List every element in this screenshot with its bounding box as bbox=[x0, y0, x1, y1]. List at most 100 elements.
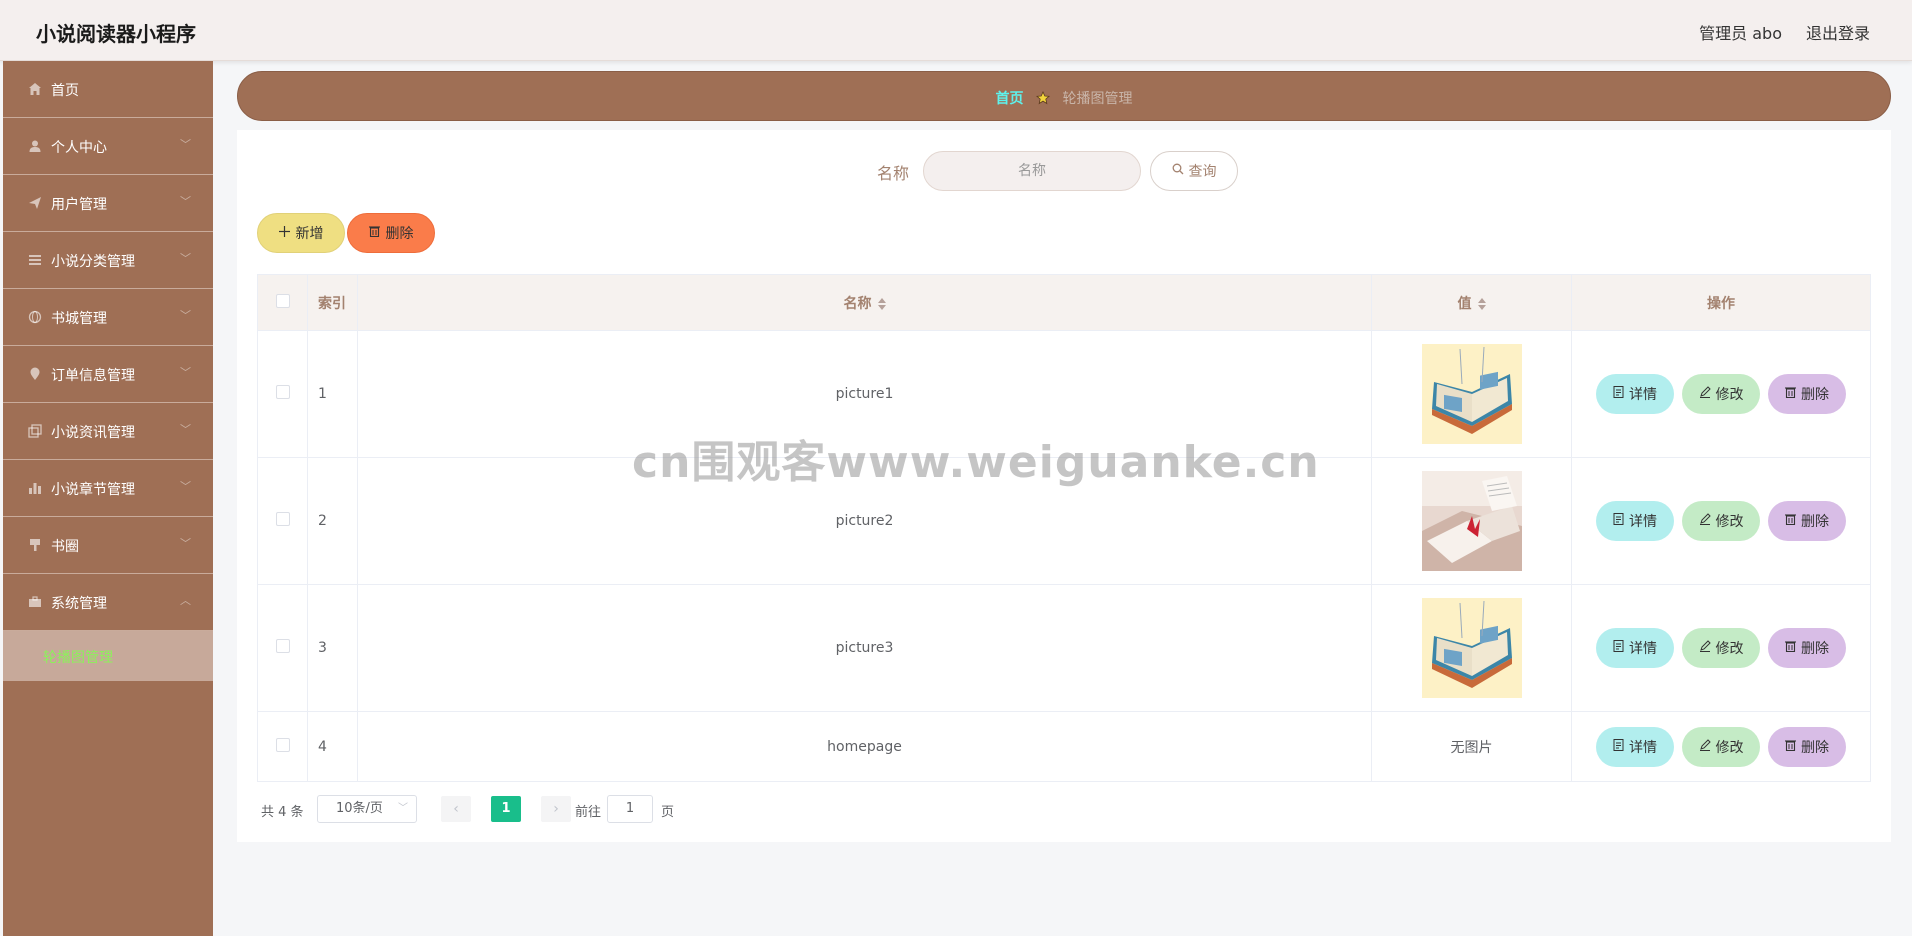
chevron-up-icon: ︿ bbox=[180, 594, 191, 607]
brush-icon bbox=[27, 537, 43, 553]
row-checkbox[interactable] bbox=[275, 737, 290, 752]
detail-label: 详情 bbox=[1629, 641, 1657, 657]
breadcrumb: 首页 轮播图管理 bbox=[237, 71, 1891, 121]
edit-button[interactable]: 修改 bbox=[1682, 374, 1760, 414]
detail-button[interactable]: 详情 bbox=[1596, 374, 1674, 414]
sidebar-item-order-management[interactable]: 订单信息管理 ﹀ bbox=[3, 346, 213, 403]
page-size-select[interactable]: 10条/页 ﹀ bbox=[317, 795, 417, 823]
row-checkbox[interactable] bbox=[275, 639, 290, 653]
row-index: 1 bbox=[307, 330, 358, 458]
row-select-cell[interactable] bbox=[257, 330, 308, 458]
app-title: 小说阅读器小程序 bbox=[36, 22, 196, 46]
document-icon bbox=[1613, 738, 1624, 755]
sidebar-item-label: 用户管理 bbox=[51, 197, 107, 213]
sidebar-item-bookstore-management[interactable]: 书城管理 ﹀ bbox=[3, 289, 213, 346]
chevron-down-icon: ﹀ bbox=[180, 252, 191, 265]
row-select-cell[interactable] bbox=[257, 584, 308, 712]
search-button[interactable]: 查询 bbox=[1150, 151, 1238, 191]
sidebar-item-category-management[interactable]: 小说分类管理 ﹀ bbox=[3, 232, 213, 289]
search-label: 名称 bbox=[877, 164, 910, 183]
delete-button[interactable]: 删除 bbox=[1768, 374, 1846, 414]
row-actions: 详情 修改 删除 bbox=[1571, 457, 1871, 585]
row-index: 4 bbox=[307, 711, 358, 782]
column-index: 索引 bbox=[307, 274, 358, 331]
row-checkbox[interactable] bbox=[275, 385, 290, 399]
next-page-button[interactable]: › bbox=[541, 796, 571, 822]
trash-icon bbox=[1785, 513, 1796, 529]
globe-icon bbox=[27, 309, 43, 325]
detail-label: 详情 bbox=[1629, 739, 1657, 756]
trash-icon bbox=[1785, 640, 1796, 656]
add-button-label: 新增 bbox=[295, 226, 324, 242]
row-actions: 详情 修改 删除 bbox=[1571, 330, 1871, 458]
sidebar-item-home[interactable]: 首页 bbox=[3, 61, 213, 118]
sidebar-subitem-carousel[interactable]: 轮播图管理 bbox=[3, 631, 213, 681]
plus-icon bbox=[278, 225, 290, 241]
suitcase-icon bbox=[27, 594, 43, 610]
select-all-cell[interactable] bbox=[257, 274, 308, 331]
sort-icon[interactable] bbox=[1477, 297, 1486, 310]
admin-label: 管理员 abo bbox=[1699, 24, 1782, 43]
select-all-checkbox[interactable] bbox=[275, 293, 290, 308]
current-page[interactable]: 1 bbox=[491, 796, 521, 822]
edit-icon bbox=[1699, 640, 1711, 656]
trash-icon bbox=[1785, 739, 1796, 755]
sort-icon[interactable] bbox=[877, 297, 886, 310]
sidebar: 首页 个人中心 ﹀ 用户管理 ﹀ 小说分类管理 ﹀ 书城管理 ﹀ 订单信息管理 … bbox=[3, 61, 213, 936]
prev-page-button[interactable]: ‹ bbox=[441, 796, 471, 822]
detail-button[interactable]: 详情 bbox=[1596, 501, 1674, 541]
sidebar-item-news-management[interactable]: 小说资讯管理 ﹀ bbox=[3, 403, 213, 460]
row-value bbox=[1371, 330, 1572, 458]
delete-button[interactable]: 删除 bbox=[1768, 726, 1846, 767]
sidebar-item-chapter-management[interactable]: 小说章节管理 ﹀ bbox=[3, 460, 213, 517]
edit-button[interactable]: 修改 bbox=[1682, 501, 1760, 541]
batch-delete-button[interactable]: 删除 bbox=[347, 213, 435, 253]
row-name: picture3 bbox=[357, 584, 1372, 712]
edit-button[interactable]: 修改 bbox=[1682, 726, 1760, 767]
home-icon bbox=[27, 81, 43, 97]
row-checkbox[interactable] bbox=[275, 512, 290, 526]
detail-button[interactable]: 详情 bbox=[1596, 628, 1674, 668]
column-value[interactable]: 值 bbox=[1371, 274, 1572, 331]
column-actions: 操作 bbox=[1571, 274, 1871, 331]
sidebar-item-label: 小说资讯管理 bbox=[51, 425, 135, 441]
delete-label: 删除 bbox=[1801, 387, 1829, 403]
logout-link[interactable]: 退出登录 bbox=[1806, 20, 1870, 44]
detail-button[interactable]: 详情 bbox=[1596, 726, 1674, 767]
edit-icon bbox=[1699, 738, 1711, 755]
book-photo bbox=[1421, 471, 1522, 571]
user-icon bbox=[27, 138, 43, 154]
chevron-down-icon: ﹀ bbox=[180, 195, 191, 208]
edit-button[interactable]: 修改 bbox=[1682, 628, 1760, 668]
delete-label: 删除 bbox=[1801, 739, 1829, 756]
breadcrumb-current: 轮播图管理 bbox=[1062, 91, 1133, 107]
add-button[interactable]: 新增 bbox=[257, 213, 345, 253]
location-icon bbox=[27, 366, 43, 382]
sidebar-item-label: 系统管理 bbox=[51, 596, 107, 612]
delete-button[interactable]: 删除 bbox=[1768, 501, 1846, 541]
column-name[interactable]: 名称 bbox=[357, 274, 1372, 331]
sidebar-item-user-management[interactable]: 用户管理 ﹀ bbox=[3, 175, 213, 232]
star-icon bbox=[1036, 91, 1050, 109]
sidebar-item-book-circle[interactable]: 书圈 ﹀ bbox=[3, 517, 213, 574]
search-button-label: 查询 bbox=[1188, 164, 1217, 180]
sidebar-item-personal-center[interactable]: 个人中心 ﹀ bbox=[3, 118, 213, 175]
edit-label: 修改 bbox=[1715, 641, 1744, 657]
sidebar-item-label: 订单信息管理 bbox=[51, 368, 135, 384]
chevron-down-icon: ﹀ bbox=[180, 537, 191, 550]
row-index: 3 bbox=[307, 584, 358, 712]
sidebar-item-system-management[interactable]: 系统管理 ︿ bbox=[3, 574, 213, 631]
breadcrumb-home[interactable]: 首页 bbox=[996, 91, 1024, 107]
row-select-cell[interactable] bbox=[257, 711, 308, 782]
detail-label: 详情 bbox=[1629, 387, 1657, 403]
chevron-down-icon: ﹀ bbox=[180, 480, 191, 493]
delete-button[interactable]: 删除 bbox=[1768, 628, 1846, 668]
edit-label: 修改 bbox=[1715, 387, 1744, 403]
row-select-cell[interactable] bbox=[257, 457, 308, 585]
search-input[interactable]: 名称 bbox=[923, 151, 1141, 191]
edit-icon bbox=[1699, 386, 1711, 402]
carousel-table: 索引 名称 值 操作 1 picture1 详情 修改 删除 2 picture… bbox=[257, 274, 1871, 782]
goto-page-input[interactable]: 1 bbox=[607, 795, 653, 823]
row-value bbox=[1371, 584, 1572, 712]
chevron-down-icon: ﹀ bbox=[180, 423, 191, 436]
